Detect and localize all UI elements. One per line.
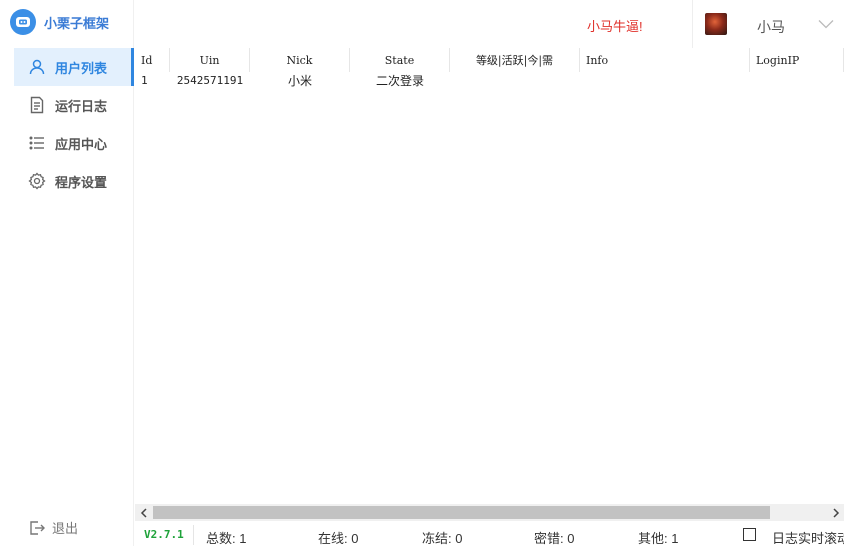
cell-loginip: [750, 72, 844, 88]
gear-icon: [28, 172, 46, 190]
document-icon: [28, 96, 46, 114]
cell-id: 1: [141, 73, 148, 87]
column-header-nick[interactable]: Nick: [250, 48, 350, 72]
list-icon: [28, 134, 46, 152]
status-other: 其他: 1: [638, 531, 679, 546]
column-header-id[interactable]: Id: [135, 48, 170, 72]
sidebar-item-label: 用户列表: [55, 60, 108, 76]
header-slogan: 小马牛逼!: [587, 19, 643, 34]
username[interactable]: 小马: [757, 17, 785, 37]
app-title: 小栗子框架: [44, 15, 110, 31]
table-header: Id Uin Nick State 等级|活跃|今|需 Info LoginIP: [135, 48, 844, 72]
cell-uin: 2542571191: [176, 73, 244, 87]
sidebar-nav: 用户列表 运行日志 应用中心 程序设置: [0, 48, 134, 200]
column-header-info[interactable]: Info: [580, 48, 750, 72]
status-online: 在线: 0: [318, 531, 359, 546]
sidebar-item-user-list[interactable]: 用户列表: [14, 48, 134, 86]
cell-info: [580, 72, 750, 88]
status-password-error: 密错: 0: [534, 531, 575, 546]
status-frozen: 冻结: 0: [422, 531, 463, 546]
app-logo-icon: [10, 9, 36, 35]
scroll-right-icon[interactable]: [827, 504, 844, 521]
cell-nick: 小米: [287, 73, 312, 88]
column-header-loginip[interactable]: LoginIP: [750, 48, 844, 72]
scroll-left-icon[interactable]: [135, 504, 152, 521]
log-scroll-label[interactable]: 日志实时滚动: [772, 528, 844, 546]
column-header-state[interactable]: State: [350, 48, 450, 72]
logout-label: 退出: [52, 521, 79, 536]
logout-icon: [28, 519, 46, 537]
version-label: V2.7.1: [144, 528, 184, 541]
sidebar: 小栗子框架 用户列表 运行日志 应用中心 程序设置 退出: [0, 0, 134, 546]
sidebar-item-label: 应用中心: [55, 136, 108, 152]
user-table: Id Uin Nick State 等级|活跃|今|需 Info LoginIP…: [135, 48, 844, 504]
table-row[interactable]: 1 2542571191 小米 二次登录: [135, 72, 844, 88]
sidebar-item-app-center[interactable]: 应用中心: [0, 124, 134, 162]
logout-button[interactable]: 退出: [28, 518, 78, 537]
avatar[interactable]: [705, 13, 727, 35]
brand: 小栗子框架: [10, 8, 109, 36]
cell-level: [450, 72, 580, 88]
sidebar-item-label: 程序设置: [55, 174, 108, 190]
sidebar-item-program-settings[interactable]: 程序设置: [0, 162, 134, 200]
horizontal-scrollbar[interactable]: [135, 504, 844, 521]
status-bar: V2.7.1 总数: 1 在线: 0 冻结: 0 密错: 0 其他: 1 日志实…: [135, 523, 844, 546]
header: 小马牛逼! 小马: [135, 0, 844, 48]
column-header-uin[interactable]: Uin: [170, 48, 250, 72]
status-total: 总数: 1: [206, 531, 247, 546]
column-header-level[interactable]: 等级|活跃|今|需: [450, 48, 580, 72]
sidebar-item-label: 运行日志: [55, 98, 108, 114]
scrollbar-thumb[interactable]: [153, 506, 770, 519]
sidebar-item-run-log[interactable]: 运行日志: [0, 86, 134, 124]
header-divider: [692, 0, 693, 48]
cell-state: 二次登录: [375, 73, 424, 88]
log-scroll-checkbox[interactable]: [743, 528, 756, 541]
user-icon: [28, 58, 46, 76]
chevron-down-icon[interactable]: [818, 18, 834, 32]
status-divider: [193, 525, 194, 545]
